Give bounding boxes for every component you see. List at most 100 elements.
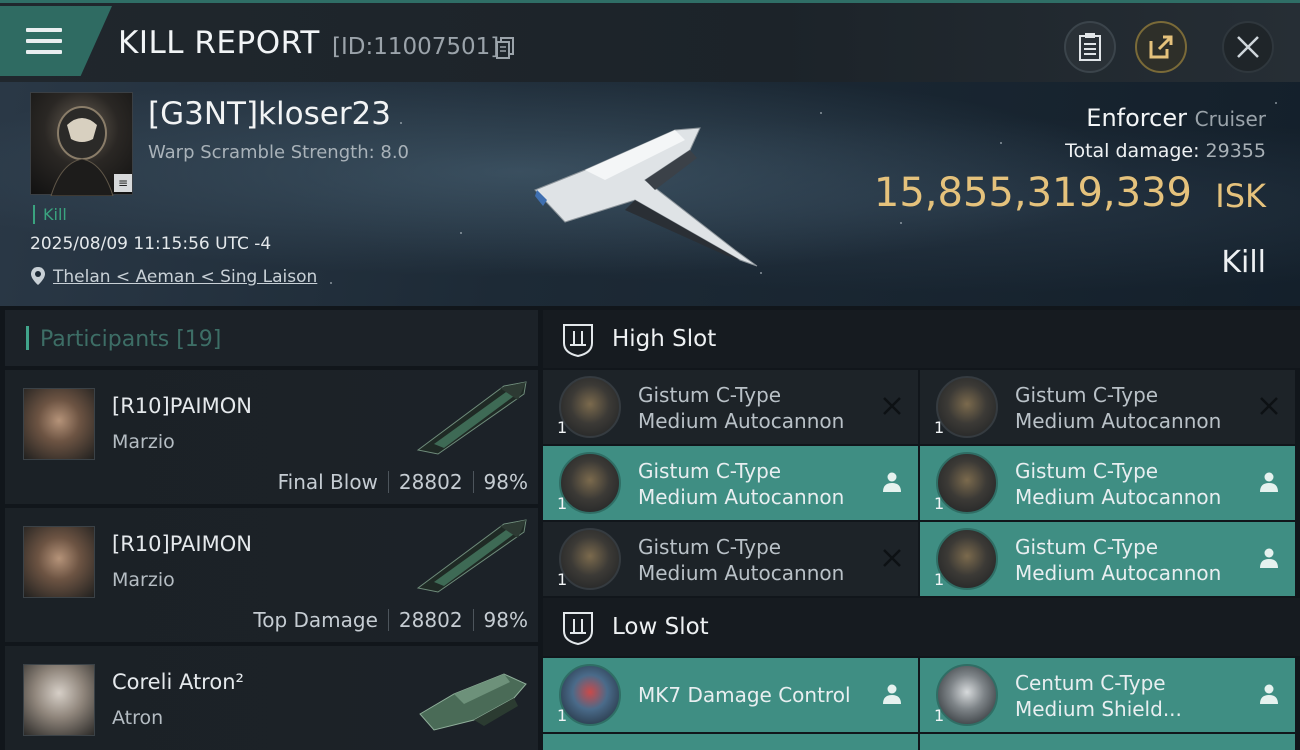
participant-portrait xyxy=(23,388,95,460)
top-bar: KILL REPORT [ID:11007501] xyxy=(0,0,1300,82)
module-slot[interactable]: 1 Gistum C-Type Medium Autocannon xyxy=(920,446,1295,520)
module-name-line1: Gistum C-Type xyxy=(638,383,782,407)
participant-corp: Marzio xyxy=(112,569,175,591)
kill-result: Kill xyxy=(1221,245,1266,280)
kill-tag: Kill xyxy=(33,205,67,224)
notes-button[interactable] xyxy=(1064,21,1116,73)
low-slot-header: Low Slot xyxy=(543,598,1300,656)
participant-row[interactable]: [R10]PAIMON Marzio Top Damage 28802 98% xyxy=(5,508,538,642)
header-accent xyxy=(26,326,29,350)
total-damage: Total damage: 29355 xyxy=(1065,140,1266,162)
hamburger-menu-icon xyxy=(26,28,62,56)
high-slot-label: High Slot xyxy=(612,326,717,352)
low-slot-label: Low Slot xyxy=(612,614,709,640)
location-link[interactable]: Thelan < Aeman < Sing Laison xyxy=(53,267,317,287)
module-name: MK7 Damage Control xyxy=(638,682,868,708)
module-slot[interactable]: 1 Centum C-Type Medium Shield... xyxy=(920,658,1295,732)
ship-image xyxy=(534,127,758,267)
module-name-line2: Medium Autocannon xyxy=(638,409,845,433)
participant-row[interactable]: Coreli Atron² Atron xyxy=(5,646,538,750)
autocannon-icon xyxy=(559,376,621,438)
close-icon xyxy=(1237,36,1259,58)
high-slot-icon xyxy=(563,324,593,357)
module-name-line2: Medium Autocannon xyxy=(638,485,845,509)
module-quantity: 1 xyxy=(557,570,568,589)
module-quantity: 1 xyxy=(934,706,945,725)
pilot-icon xyxy=(1260,684,1278,704)
module-name: Gistum C-Type Medium Autocannon xyxy=(1015,458,1245,510)
module-slot[interactable]: 1 MK7 Damage Control xyxy=(543,658,918,732)
module-slot[interactable]: 1 Gistum C-Type Medium Autocannon xyxy=(920,522,1295,596)
participant-percent: 98% xyxy=(483,608,528,632)
isk-unit: ISK xyxy=(1215,177,1266,215)
participant-corp: Marzio xyxy=(112,431,175,453)
module-name: Gistum C-Type Medium Autocannon xyxy=(638,534,868,586)
participant-name: Coreli Atron² xyxy=(112,670,244,694)
menu-badge-icon[interactable]: ≡ xyxy=(114,174,132,192)
module-name-line2: Medium Shield... xyxy=(1015,697,1182,721)
participant-row[interactable]: [R10]PAIMON Marzio Final Blow 28802 98% xyxy=(5,370,538,504)
module-name-line2: Medium Autocannon xyxy=(1015,409,1222,433)
participant-ship-image xyxy=(416,381,527,455)
module-name: Gistum C-Type Medium Autocannon xyxy=(1015,534,1245,586)
module-slot[interactable]: 1 Gistum C-Type Medium Autocannon xyxy=(543,446,918,520)
participant-name: [R10]PAIMON xyxy=(112,394,252,418)
module-quantity: 1 xyxy=(934,494,945,513)
menu-button[interactable] xyxy=(0,6,112,76)
warp-scramble-strength: Warp Scramble Strength: 8.0 xyxy=(148,142,410,163)
module-name-line1: Gistum C-Type xyxy=(1015,459,1159,483)
module-name-line1: Gistum C-Type xyxy=(1015,535,1159,559)
close-button[interactable] xyxy=(1222,21,1274,73)
module-quantity: 1 xyxy=(557,706,568,725)
victim-name[interactable]: [G3NT]kloser23 xyxy=(148,96,391,132)
pilot-icon xyxy=(1260,472,1278,492)
module-name-line2: Medium Autocannon xyxy=(1015,485,1222,509)
module-slot-partial[interactable] xyxy=(920,734,1295,750)
participant-name: [R10]PAIMON xyxy=(112,532,252,556)
participants-panel: Participants [19] [R10]PAIMON Marzio Fin… xyxy=(5,310,538,750)
kill-timestamp: 2025/08/09 11:15:56 UTC -4 xyxy=(30,234,272,254)
module-slot[interactable]: 1 Gistum C-Type Medium Autocannon xyxy=(543,370,918,444)
module-name-line1: Gistum C-Type xyxy=(638,459,782,483)
module-name: Gistum C-Type Medium Autocannon xyxy=(638,458,868,510)
total-damage-label: Total damage: xyxy=(1065,140,1200,162)
destroyed-icon xyxy=(883,549,901,567)
module-slot-partial[interactable] xyxy=(543,734,918,750)
copy-icon[interactable] xyxy=(496,37,514,59)
share-button[interactable] xyxy=(1135,21,1187,73)
module-quantity: 1 xyxy=(557,418,568,437)
module-quantity: 1 xyxy=(557,494,568,513)
low-slot-icon xyxy=(563,612,593,645)
report-id: [ID:11007501] xyxy=(332,34,500,60)
pilot-icon xyxy=(883,684,901,704)
module-slot[interactable]: 1 Gistum C-Type Medium Autocannon xyxy=(543,522,918,596)
module-quantity: 1 xyxy=(934,570,945,589)
ship-class: Cruiser xyxy=(1194,107,1266,131)
participant-ship-image xyxy=(416,519,527,593)
autocannon-icon xyxy=(936,376,998,438)
module-name: Gistum C-Type Medium Autocannon xyxy=(1015,382,1245,434)
isk-value: 15,855,319,339 xyxy=(873,170,1192,216)
participants-title: Participants [19] xyxy=(40,327,222,352)
participant-corp: Atron xyxy=(112,707,164,729)
participants-header[interactable]: Participants [19] xyxy=(5,310,538,366)
module-name-line2: Medium Autocannon xyxy=(1015,561,1222,585)
fitting-panel: High Slot 1 Gistum C-Type Medium Autocan… xyxy=(543,310,1300,750)
clipboard-icon xyxy=(1079,33,1101,61)
shield-module-icon xyxy=(936,664,998,726)
module-name-line2: Medium Autocannon xyxy=(638,561,845,585)
participant-role: Top Damage xyxy=(253,608,378,632)
module-name-line1: MK7 Damage Control xyxy=(638,683,851,707)
participant-percent: 98% xyxy=(483,470,528,494)
kill-summary: ≡ [G3NT]kloser23 Warp Scramble Strength:… xyxy=(0,82,1300,306)
total-damage-value: 29355 xyxy=(1205,140,1266,162)
destroyed-icon xyxy=(1260,397,1278,415)
high-slot-header: High Slot xyxy=(543,310,1300,368)
autocannon-icon xyxy=(936,452,998,514)
participant-ship-image xyxy=(419,673,527,731)
pilot-icon xyxy=(883,472,901,492)
participant-damage: 28802 xyxy=(398,608,463,632)
participant-portrait xyxy=(23,526,95,598)
module-slot[interactable]: 1 Gistum C-Type Medium Autocannon xyxy=(920,370,1295,444)
location-pin-icon xyxy=(31,267,45,285)
